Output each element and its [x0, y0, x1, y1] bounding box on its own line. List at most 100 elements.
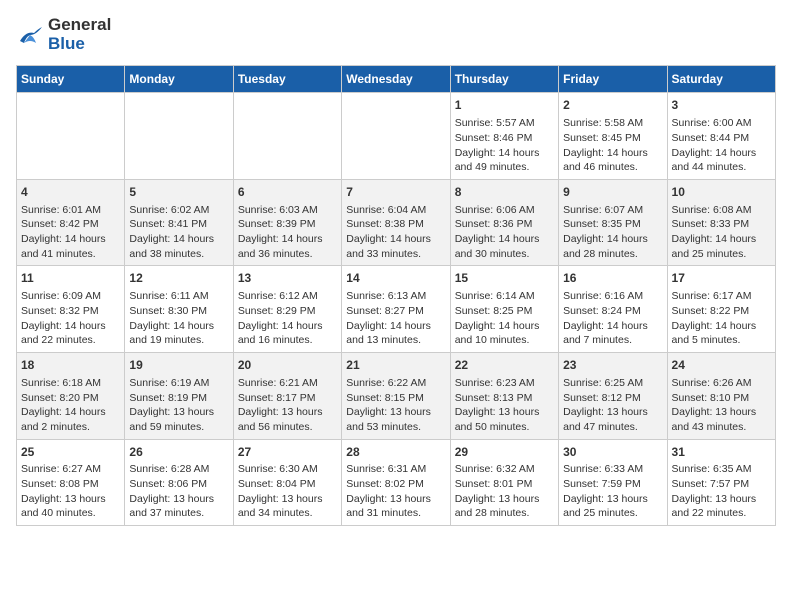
calendar-cell: 27Sunrise: 6:30 AM Sunset: 8:04 PM Dayli… — [233, 439, 341, 526]
calendar-week-row: 18Sunrise: 6:18 AM Sunset: 8:20 PM Dayli… — [17, 353, 776, 440]
weekday-header-thursday: Thursday — [450, 66, 558, 93]
day-detail: Sunrise: 6:25 AM Sunset: 8:12 PM Dayligh… — [563, 376, 662, 435]
day-number: 4 — [21, 184, 120, 201]
calendar-week-row: 4 Sunrise: 6:01 AM Sunset: 8:42 PM Daylig… — [17, 179, 776, 266]
day-detail: Sunrise: 6:19 AM Sunset: 8:19 PM Dayligh… — [129, 376, 228, 435]
calendar-cell: 12 Sunrise: 6:11 AM Sunset: 8:30 PM Dayli… — [125, 266, 233, 353]
calendar-cell — [17, 93, 125, 180]
day-detail: Sunrise: 6:21 AM Sunset: 8:17 PM Dayligh… — [238, 376, 337, 435]
day-number: 7 — [346, 184, 445, 201]
day-detail: Sunrise: 6:07 AM Sunset: 8:35 PM Dayligh… — [563, 203, 662, 262]
day-number: 26 — [129, 444, 228, 461]
day-number: 1 — [455, 97, 554, 114]
day-number: 24 — [672, 357, 771, 374]
day-detail: Sunrise: 6:12 AM Sunset: 8:29 PM Dayligh… — [238, 289, 337, 348]
calendar-cell: 14Sunrise: 6:13 AM Sunset: 8:27 PM Dayli… — [342, 266, 450, 353]
day-detail: Sunrise: 6:26 AM Sunset: 8:10 PM Dayligh… — [672, 376, 771, 435]
day-detail: Sunrise: 6:01 AM Sunset: 8:42 PM Dayligh… — [21, 203, 120, 262]
day-number: 15 — [455, 270, 554, 287]
day-number: 17 — [672, 270, 771, 287]
day-detail: Sunrise: 6:06 AM Sunset: 8:36 PM Dayligh… — [455, 203, 554, 262]
logo: General Blue — [16, 16, 111, 53]
calendar-cell: 20 Sunrise: 6:21 AM Sunset: 8:17 PM Dayli… — [233, 353, 341, 440]
day-detail: Sunrise: 6:33 AM Sunset: 7:59 PM Dayligh… — [563, 462, 662, 521]
calendar-cell: 22 Sunrise: 6:23 AM Sunset: 8:13 PM Dayli… — [450, 353, 558, 440]
calendar-cell: 21Sunrise: 6:22 AM Sunset: 8:15 PM Dayli… — [342, 353, 450, 440]
calendar-cell — [233, 93, 341, 180]
day-number: 14 — [346, 270, 445, 287]
day-number: 31 — [672, 444, 771, 461]
calendar-week-row: 1 Sunrise: 5:57 AM Sunset: 8:46 PM Daylig… — [17, 93, 776, 180]
calendar-cell: 17 Sunrise: 6:17 AM Sunset: 8:22 PM Dayli… — [667, 266, 775, 353]
calendar-cell: 3 Sunrise: 6:00 AM Sunset: 8:44 PM Daylig… — [667, 93, 775, 180]
day-number: 8 — [455, 184, 554, 201]
weekday-header-saturday: Saturday — [667, 66, 775, 93]
day-detail: Sunrise: 6:09 AM Sunset: 8:32 PM Dayligh… — [21, 289, 120, 348]
day-number: 6 — [238, 184, 337, 201]
day-number: 3 — [672, 97, 771, 114]
day-detail: Sunrise: 6:28 AM Sunset: 8:06 PM Dayligh… — [129, 462, 228, 521]
day-detail: Sunrise: 6:02 AM Sunset: 8:41 PM Dayligh… — [129, 203, 228, 262]
weekday-header-monday: Monday — [125, 66, 233, 93]
day-number: 29 — [455, 444, 554, 461]
day-number: 27 — [238, 444, 337, 461]
calendar-cell: 19 Sunrise: 6:19 AM Sunset: 8:19 PM Dayli… — [125, 353, 233, 440]
day-detail: Sunrise: 6:32 AM Sunset: 8:01 PM Dayligh… — [455, 462, 554, 521]
day-number: 10 — [672, 184, 771, 201]
day-number: 23 — [563, 357, 662, 374]
day-number: 9 — [563, 184, 662, 201]
day-number: 21 — [346, 357, 445, 374]
calendar-cell: 5 Sunrise: 6:02 AM Sunset: 8:41 PM Daylig… — [125, 179, 233, 266]
day-number: 5 — [129, 184, 228, 201]
calendar-cell — [125, 93, 233, 180]
day-detail: Sunrise: 6:30 AM Sunset: 8:04 PM Dayligh… — [238, 462, 337, 521]
calendar-cell: 28Sunrise: 6:31 AM Sunset: 8:02 PM Dayli… — [342, 439, 450, 526]
calendar-cell: 31Sunrise: 6:35 AM Sunset: 7:57 PM Dayli… — [667, 439, 775, 526]
calendar-cell: 29Sunrise: 6:32 AM Sunset: 8:01 PM Dayli… — [450, 439, 558, 526]
day-detail: Sunrise: 6:03 AM Sunset: 8:39 PM Dayligh… — [238, 203, 337, 262]
day-number: 19 — [129, 357, 228, 374]
calendar-cell: 6 Sunrise: 6:03 AM Sunset: 8:39 PM Daylig… — [233, 179, 341, 266]
calendar-cell: 23 Sunrise: 6:25 AM Sunset: 8:12 PM Dayli… — [559, 353, 667, 440]
calendar-cell: 25Sunrise: 6:27 AM Sunset: 8:08 PM Dayli… — [17, 439, 125, 526]
day-detail: Sunrise: 6:31 AM Sunset: 8:02 PM Dayligh… — [346, 462, 445, 521]
day-detail: Sunrise: 6:04 AM Sunset: 8:38 PM Dayligh… — [346, 203, 445, 262]
calendar-cell: 1 Sunrise: 5:57 AM Sunset: 8:46 PM Daylig… — [450, 93, 558, 180]
day-number: 22 — [455, 357, 554, 374]
day-detail: Sunrise: 5:58 AM Sunset: 8:45 PM Dayligh… — [563, 116, 662, 175]
day-number: 25 — [21, 444, 120, 461]
weekday-header-tuesday: Tuesday — [233, 66, 341, 93]
day-detail: Sunrise: 6:08 AM Sunset: 8:33 PM Dayligh… — [672, 203, 771, 262]
calendar-cell — [342, 93, 450, 180]
day-detail: Sunrise: 6:23 AM Sunset: 8:13 PM Dayligh… — [455, 376, 554, 435]
day-number: 18 — [21, 357, 120, 374]
calendar-cell: 2Sunrise: 5:58 AM Sunset: 8:45 PM Daylig… — [559, 93, 667, 180]
day-detail: Sunrise: 6:16 AM Sunset: 8:24 PM Dayligh… — [563, 289, 662, 348]
calendar-cell: 11 Sunrise: 6:09 AM Sunset: 8:32 PM Dayli… — [17, 266, 125, 353]
day-number: 13 — [238, 270, 337, 287]
calendar-cell: 26Sunrise: 6:28 AM Sunset: 8:06 PM Dayli… — [125, 439, 233, 526]
calendar-cell: 9 Sunrise: 6:07 AM Sunset: 8:35 PM Daylig… — [559, 179, 667, 266]
calendar-cell: 18Sunrise: 6:18 AM Sunset: 8:20 PM Dayli… — [17, 353, 125, 440]
day-detail: Sunrise: 6:35 AM Sunset: 7:57 PM Dayligh… — [672, 462, 771, 521]
day-detail: Sunrise: 6:17 AM Sunset: 8:22 PM Dayligh… — [672, 289, 771, 348]
calendar-cell: 30Sunrise: 6:33 AM Sunset: 7:59 PM Dayli… — [559, 439, 667, 526]
day-number: 11 — [21, 270, 120, 287]
calendar-table: SundayMondayTuesdayWednesdayThursdayFrid… — [16, 65, 776, 526]
day-detail: Sunrise: 6:11 AM Sunset: 8:30 PM Dayligh… — [129, 289, 228, 348]
day-detail: Sunrise: 6:00 AM Sunset: 8:44 PM Dayligh… — [672, 116, 771, 175]
logo-icon — [16, 23, 44, 47]
calendar-cell: 7 Sunrise: 6:04 AM Sunset: 8:38 PM Daylig… — [342, 179, 450, 266]
calendar-cell: 4 Sunrise: 6:01 AM Sunset: 8:42 PM Daylig… — [17, 179, 125, 266]
day-number: 20 — [238, 357, 337, 374]
day-detail: Sunrise: 5:57 AM Sunset: 8:46 PM Dayligh… — [455, 116, 554, 175]
day-number: 12 — [129, 270, 228, 287]
logo-text-line2: Blue — [48, 35, 111, 54]
day-detail: Sunrise: 6:14 AM Sunset: 8:25 PM Dayligh… — [455, 289, 554, 348]
weekday-header-row: SundayMondayTuesdayWednesdayThursdayFrid… — [17, 66, 776, 93]
calendar-cell: 10 Sunrise: 6:08 AM Sunset: 8:33 PM Dayli… — [667, 179, 775, 266]
day-number: 30 — [563, 444, 662, 461]
calendar-cell: 16 Sunrise: 6:16 AM Sunset: 8:24 PM Dayli… — [559, 266, 667, 353]
day-number: 16 — [563, 270, 662, 287]
logo-text-line1: General — [48, 16, 111, 35]
